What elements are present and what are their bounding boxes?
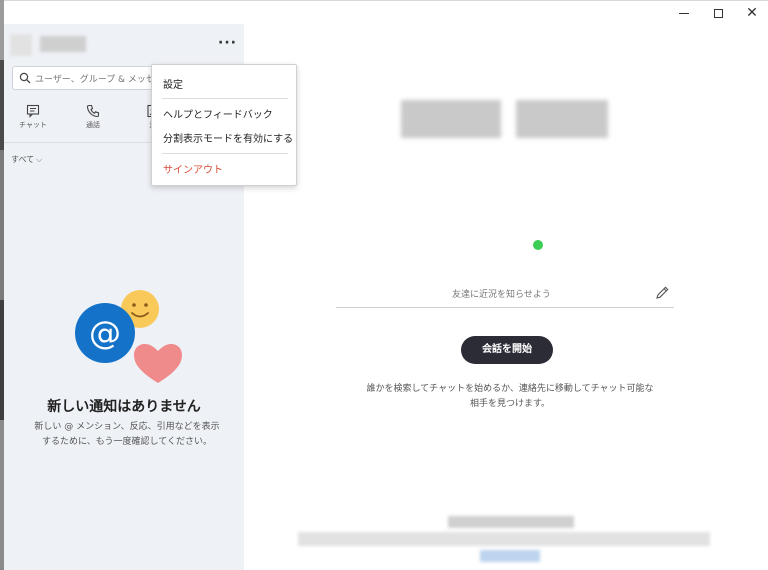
mood-message-placeholder: 友達に近況を知らせよう [452,290,551,300]
minimize-icon [679,13,689,14]
search-icon [19,72,31,84]
more-options-menu: 設定 ヘルプとフィードバック 分割表示モードを有効にする サインアウト [151,64,297,186]
menu-item-split-view[interactable]: 分割表示モードを有効にする [163,130,293,145]
filter-dropdown[interactable]: すべて ⌵ [11,154,42,165]
ellipsis-icon: ··· [218,35,237,51]
start-conversation-button[interactable]: 会話を開始 [461,336,553,364]
nav-calls-label: 通話 [86,121,100,129]
search-input[interactable]: ユーザー、グループ & メッセージ [12,66,173,90]
chevron-down-icon: ⌵ [36,155,43,164]
profile-name-heading-blurred [401,100,501,138]
avatar[interactable] [10,34,32,56]
menu-item-help-feedback[interactable]: ヘルプとフィードバック [163,106,273,121]
start-conversation-hint: 誰かを検索してチャットを始めるか、連絡先に移動してチャット可能な相手を見つけます… [366,384,654,409]
phone-icon [86,104,100,118]
online-status-indicator [533,240,543,250]
footer-blurred-text [298,532,710,546]
menu-divider [162,98,288,99]
menu-item-settings[interactable]: 設定 [163,76,183,91]
filter-label: すべて [11,155,35,164]
notifications-illustration: @ [75,290,182,383]
menu-divider [162,153,288,154]
notifications-empty-description: 新しい @ メンション、反応、引用などを表示するために、もう一度確認してください… [34,422,220,447]
svg-text:@: @ [89,314,121,352]
mood-message-field[interactable]: 友達に近況を知らせよう [336,282,674,308]
minimize-button[interactable] [669,3,699,23]
profile-name-blurred [40,36,86,52]
menu-item-sign-out[interactable]: サインアウト [163,161,223,176]
pencil-icon[interactable] [654,285,670,301]
chat-icon [26,104,40,118]
notifications-empty-title: 新しい通知はありません [47,399,201,415]
close-button[interactable]: ✕ [737,3,767,23]
at-sign-icon: @ [75,303,135,363]
title-bar: ✕ [4,0,768,24]
more-options-button[interactable]: ··· [218,36,236,50]
profile-name-heading-blurred [516,100,608,138]
nav-calls[interactable]: 通話 [68,104,118,130]
maximize-icon [713,9,723,18]
nav-chat[interactable]: チャット [8,104,58,130]
footer-blurred-link [480,550,540,562]
maximize-button[interactable] [703,3,733,23]
close-icon: ✕ [746,5,758,21]
nav-chat-label: チャット [19,121,47,129]
heart-icon [134,344,182,383]
footer-blurred-text [448,516,574,528]
